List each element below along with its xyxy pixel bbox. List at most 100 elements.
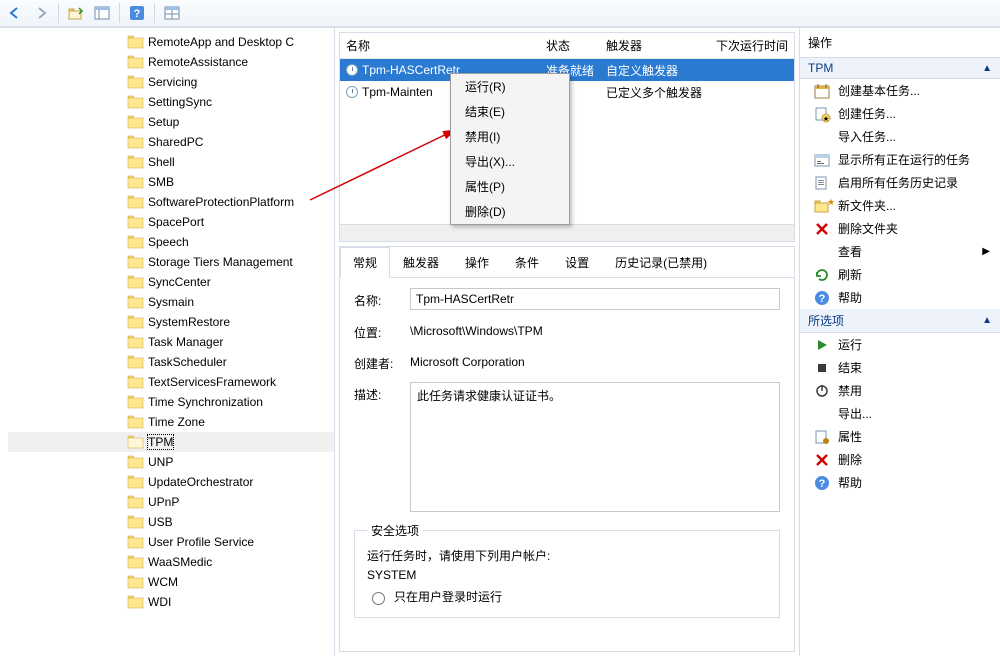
col-name[interactable]: 名称: [340, 33, 540, 58]
tree-item-label: USB: [148, 515, 173, 529]
tree-item[interactable]: Sysmain: [8, 292, 334, 312]
action-item[interactable]: ★新文件夹...: [800, 194, 1000, 217]
tree-item-label: SyncCenter: [148, 275, 211, 289]
task-icon: [346, 64, 358, 76]
tree-item[interactable]: Storage Tiers Management: [8, 252, 334, 272]
tab[interactable]: 常规: [340, 247, 390, 278]
col-state[interactable]: 状态: [540, 33, 600, 58]
folder-icon: [128, 596, 144, 608]
refresh-icon: [814, 267, 830, 283]
tree-item[interactable]: RemoteApp and Desktop C: [8, 32, 334, 52]
tree-item-label: SettingSync: [148, 95, 212, 109]
collapse-icon: ▲: [982, 315, 992, 326]
tree-item[interactable]: TextServicesFramework: [8, 372, 334, 392]
tree-item[interactable]: Speech: [8, 232, 334, 252]
folder-icon: [128, 96, 144, 108]
up-button[interactable]: [65, 2, 87, 24]
action-item[interactable]: ?帮助: [800, 286, 1000, 309]
tree-item[interactable]: Setup: [8, 112, 334, 132]
del-red-icon: [814, 221, 830, 237]
action-item[interactable]: 删除: [800, 448, 1000, 471]
col-trigger[interactable]: 触发器: [600, 33, 710, 58]
tree-item[interactable]: Servicing: [8, 72, 334, 92]
action-item[interactable]: 导出...: [800, 402, 1000, 425]
actions-section-tpm[interactable]: TPM ▲: [800, 58, 1000, 79]
context-menu-item[interactable]: 禁用(I): [451, 124, 569, 149]
help-icon: ?: [814, 290, 830, 306]
tree-item[interactable]: USB: [8, 512, 334, 532]
tree-item[interactable]: SettingSync: [8, 92, 334, 112]
actions-section-selected[interactable]: 所选项 ▲: [800, 309, 1000, 333]
tree-item[interactable]: UNP: [8, 452, 334, 472]
action-item[interactable]: 结束: [800, 356, 1000, 379]
folder-icon: [128, 216, 144, 228]
back-button[interactable]: [4, 2, 26, 24]
tree-item[interactable]: Task Manager: [8, 332, 334, 352]
tree-item[interactable]: TPM: [8, 432, 334, 452]
name-field[interactable]: [410, 288, 780, 310]
action-item[interactable]: ★创建任务...: [800, 102, 1000, 125]
tree-item[interactable]: TaskScheduler: [8, 352, 334, 372]
tree-item[interactable]: UpdateOrchestrator: [8, 472, 334, 492]
action-item[interactable]: 创建基本任务...: [800, 79, 1000, 102]
forward-button[interactable]: [30, 2, 52, 24]
tree-item[interactable]: SyncCenter: [8, 272, 334, 292]
tab[interactable]: 触发器: [390, 247, 452, 278]
tab[interactable]: 历史记录(已禁用): [602, 247, 720, 278]
tab[interactable]: 操作: [452, 247, 502, 278]
tab[interactable]: 条件: [502, 247, 552, 278]
folder-tree[interactable]: RemoteApp and Desktop CRemoteAssistanceS…: [0, 28, 335, 656]
action-item[interactable]: ?帮助: [800, 471, 1000, 494]
context-menu-item[interactable]: 属性(P): [451, 174, 569, 199]
tree-item[interactable]: UPnP: [8, 492, 334, 512]
col-next-run[interactable]: 下次运行时间: [710, 33, 794, 58]
help-button[interactable]: ?: [126, 2, 148, 24]
tree-item[interactable]: WDI: [8, 592, 334, 612]
tree-item[interactable]: SpacePort: [8, 212, 334, 232]
tree-item[interactable]: WCM: [8, 572, 334, 592]
detail-tabs: 常规触发器操作条件设置历史记录(已禁用): [340, 247, 794, 278]
action-item[interactable]: 导入任务...: [800, 125, 1000, 148]
view-panes-button[interactable]: [91, 2, 113, 24]
action-item[interactable]: 禁用: [800, 379, 1000, 402]
folder-icon: [128, 436, 144, 448]
action-item[interactable]: 启用所有任务历史记录: [800, 171, 1000, 194]
folder-icon: [128, 316, 144, 328]
action-item[interactable]: 删除文件夹: [800, 217, 1000, 240]
tree-item-label: Time Zone: [148, 415, 205, 429]
action-item[interactable]: 显示所有正在运行的任务: [800, 148, 1000, 171]
action-item[interactable]: 查看▶: [800, 240, 1000, 263]
context-menu-item[interactable]: 运行(R): [451, 74, 569, 99]
action-label: 删除文件夹: [838, 220, 898, 237]
horizontal-scrollbar[interactable]: [340, 224, 794, 241]
tab[interactable]: 设置: [552, 247, 602, 278]
folder-icon: [128, 276, 144, 288]
tree-item[interactable]: SharedPC: [8, 132, 334, 152]
run-only-logged-radio[interactable]: [372, 592, 385, 605]
view-grid-button[interactable]: [161, 2, 183, 24]
action-item[interactable]: 运行: [800, 333, 1000, 356]
action-item[interactable]: 刷新: [800, 263, 1000, 286]
description-field[interactable]: [410, 382, 780, 512]
task-name: Tpm-Mainten: [362, 85, 433, 99]
action-item[interactable]: 属性: [800, 425, 1000, 448]
location-value: \Microsoft\Windows\TPM: [410, 320, 543, 338]
detail-body: 名称: 位置: \Microsoft\Windows\TPM 创建者: Micr…: [340, 278, 794, 651]
description-label: 描述:: [354, 382, 400, 403]
tree-item[interactable]: Shell: [8, 152, 334, 172]
tree-item[interactable]: WaaSMedic: [8, 552, 334, 572]
context-menu-item[interactable]: 导出(X)...: [451, 149, 569, 174]
context-menu-item[interactable]: 结束(E): [451, 99, 569, 124]
svg-text:?: ?: [134, 8, 141, 20]
folder-icon: [128, 256, 144, 268]
tree-item[interactable]: SoftwareProtectionPlatform: [8, 192, 334, 212]
tree-item[interactable]: SMB: [8, 172, 334, 192]
tree-item[interactable]: Time Synchronization: [8, 392, 334, 412]
tree-item[interactable]: RemoteAssistance: [8, 52, 334, 72]
folder-icon: [128, 536, 144, 548]
tree-item[interactable]: Time Zone: [8, 412, 334, 432]
collapse-icon: ▲: [982, 63, 992, 74]
tree-item[interactable]: SystemRestore: [8, 312, 334, 332]
tree-item[interactable]: User Profile Service: [8, 532, 334, 552]
context-menu-item[interactable]: 删除(D): [451, 199, 569, 224]
